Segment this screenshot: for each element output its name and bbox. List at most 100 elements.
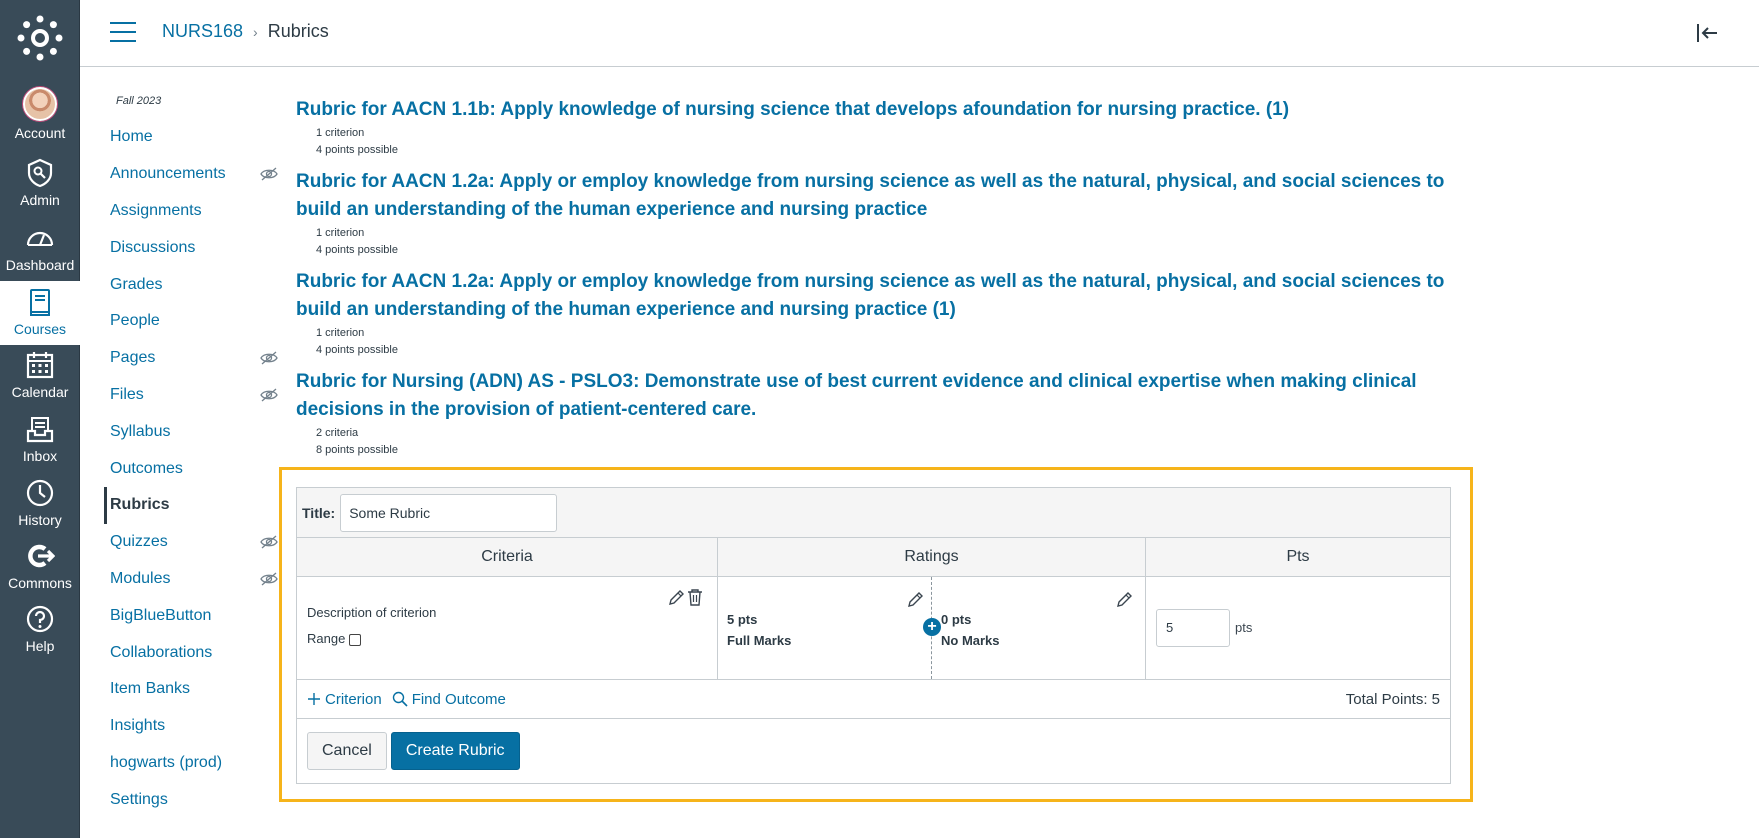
course-nav-item-insights[interactable]: Insights: [108, 708, 278, 745]
course-nav-item-collaborations[interactable]: Collaborations: [108, 634, 278, 671]
course-nav-item-files[interactable]: Files: [108, 377, 278, 414]
global-nav-account[interactable]: Account: [0, 87, 80, 149]
course-nav-label: hogwarts (prod): [110, 753, 223, 771]
commons-icon: [28, 544, 55, 568]
global-nav-label: Commons: [8, 575, 72, 591]
breadcrumb-separator: ›: [253, 23, 258, 40]
course-nav-label: Insights: [110, 717, 166, 735]
course-nav-label: Assignments: [110, 201, 202, 219]
rating-no-marks: 0 pts No Marks: [932, 577, 1146, 679]
hidden-eye-icon: [260, 167, 278, 181]
hidden-eye-icon: [260, 351, 278, 365]
global-nav-courses[interactable]: Courses: [0, 281, 80, 345]
hidden-eye-icon: [260, 388, 278, 402]
find-outcome-link[interactable]: Find Outcome: [392, 691, 506, 708]
ratings-column-header: Ratings: [718, 538, 1146, 576]
course-nav-item-outcomes[interactable]: Outcomes: [108, 450, 278, 487]
course-nav-label: People: [110, 312, 160, 330]
course-nav-item-rubrics[interactable]: Rubrics: [104, 486, 278, 524]
rubric-points-possible: 4 points possible: [316, 143, 398, 156]
rubric-title-link[interactable]: Rubric for AACN 1.2a: Apply or employ kn…: [296, 168, 1476, 225]
course-nav-item-discussions[interactable]: Discussions: [108, 229, 278, 266]
edit-rating-pencil-icon[interactable]: [1115, 591, 1133, 609]
course-nav-item-settings[interactable]: Settings: [108, 781, 278, 818]
global-nav-label: History: [18, 512, 62, 528]
global-nav-label: Courses: [13, 321, 67, 337]
course-nav-item-item-banks[interactable]: Item Banks: [108, 671, 278, 708]
form-buttons: Cancel Create Rubric: [297, 719, 1450, 783]
points-unit: pts: [1235, 620, 1253, 635]
create-rubric-button[interactable]: Create Rubric: [390, 732, 520, 770]
breadcrumb-course-link[interactable]: NURS168: [162, 21, 243, 42]
course-nav-item-syllabus[interactable]: Syllabus: [108, 413, 278, 450]
breadcrumb-current-page: Rubrics: [267, 21, 329, 41]
rubric-title-link[interactable]: Rubric for Nursing (ADN) AS - PSLO3: Dem…: [296, 368, 1476, 425]
edit-criterion-pencil-icon[interactable]: [667, 589, 685, 607]
course-nav-item-quizzes[interactable]: Quizzes: [108, 524, 278, 561]
range-checkbox[interactable]: [349, 634, 362, 646]
dashboard-icon: [26, 231, 54, 246]
collapse-sidebar-icon[interactable]: [1695, 22, 1719, 44]
global-nav-label: Dashboard: [5, 257, 75, 273]
rubric-criteria-count: 1 criterion: [316, 326, 365, 339]
rubric-title-link[interactable]: Rubric for AACN 1.1b: Apply knowledge of…: [296, 96, 1476, 125]
global-nav-label: Help: [25, 638, 55, 654]
rubric-title-link[interactable]: Rubric for AACN 1.2a: Apply or employ kn…: [296, 268, 1476, 325]
course-nav-label: Collaborations: [110, 643, 213, 661]
course-nav-item-grades[interactable]: Grades: [108, 266, 278, 303]
points-cell: 5 pts: [1146, 577, 1450, 679]
hamburger-menu-icon[interactable]: [110, 22, 136, 44]
criteria-actions-row: Criterion Find Outcome Total Points: 5: [297, 680, 1450, 719]
help-icon: [26, 605, 54, 633]
course-nav-item-pages[interactable]: Pages: [108, 340, 278, 377]
course-nav-label: BigBlueButton: [110, 606, 212, 624]
pts-column-header: Pts: [1286, 548, 1310, 565]
course-nav-label: Syllabus: [110, 422, 171, 440]
course-nav-item-assignments[interactable]: Assignments: [108, 193, 278, 230]
course-nav-item-home[interactable]: Home: [108, 119, 278, 156]
course-nav-label: Announcements: [110, 165, 226, 183]
rating-full-marks: 5 pts Full Marks: [718, 577, 932, 679]
course-nav-item-bigbluebutton[interactable]: BigBlueButton: [108, 597, 278, 634]
course-nav-item-announcements[interactable]: Announcements: [108, 156, 278, 193]
global-nav-label: Account: [14, 125, 66, 141]
global-nav-admin[interactable]: Admin: [0, 158, 80, 220]
history-icon: [26, 479, 54, 507]
course-nav-label: Home: [110, 128, 153, 146]
cancel-button[interactable]: Cancel: [307, 732, 387, 770]
title-label: Title:: [302, 504, 336, 521]
inbox-icon: [26, 417, 54, 443]
admin-icon: [27, 158, 53, 188]
add-criterion-link[interactable]: Criterion: [307, 691, 382, 708]
course-nav-label: Quizzes: [110, 533, 168, 551]
global-nav-commons[interactable]: Commons: [0, 541, 80, 603]
course-nav-item-hogwarts-prod[interactable]: hogwarts (prod): [108, 745, 278, 782]
rubric-points-possible: 8 points possible: [316, 443, 398, 456]
rubric-points-possible: 4 points possible: [316, 243, 398, 256]
canvas-logo[interactable]: [17, 15, 63, 61]
range-label: Range: [307, 630, 346, 646]
top-bar: NURS168 › Rubrics: [80, 0, 1759, 67]
global-nav-label: Calendar: [11, 384, 69, 400]
global-nav-calendar[interactable]: Calendar: [0, 350, 80, 412]
global-nav-history[interactable]: History: [0, 478, 80, 540]
delete-criterion-trash-icon[interactable]: [686, 588, 704, 606]
rubric-title-input[interactable]: Some Rubric: [340, 493, 558, 532]
points-input[interactable]: 5: [1156, 609, 1230, 647]
course-nav-label: Files: [110, 385, 144, 403]
breadcrumb: NURS168 › Rubrics: [162, 21, 329, 42]
rubric-criteria-count: 2 criteria: [316, 426, 359, 439]
course-nav-item-modules[interactable]: Modules: [108, 561, 278, 598]
course-nav-label: Item Banks: [110, 680, 191, 698]
rating-label: No Marks: [941, 633, 1000, 648]
global-nav-help[interactable]: Help: [0, 604, 80, 666]
course-nav-item-people[interactable]: People: [108, 303, 278, 340]
global-nav-inbox[interactable]: Inbox: [0, 414, 80, 476]
calendar-icon: [26, 352, 54, 379]
global-nav-dashboard[interactable]: Dashboard: [0, 223, 80, 285]
add-rating-plus-icon[interactable]: +: [923, 618, 941, 636]
global-nav-label: Admin: [20, 192, 60, 208]
plus-icon: [308, 693, 320, 705]
edit-rating-pencil-icon[interactable]: [906, 591, 924, 609]
course-nav-label: Pages: [110, 349, 156, 367]
